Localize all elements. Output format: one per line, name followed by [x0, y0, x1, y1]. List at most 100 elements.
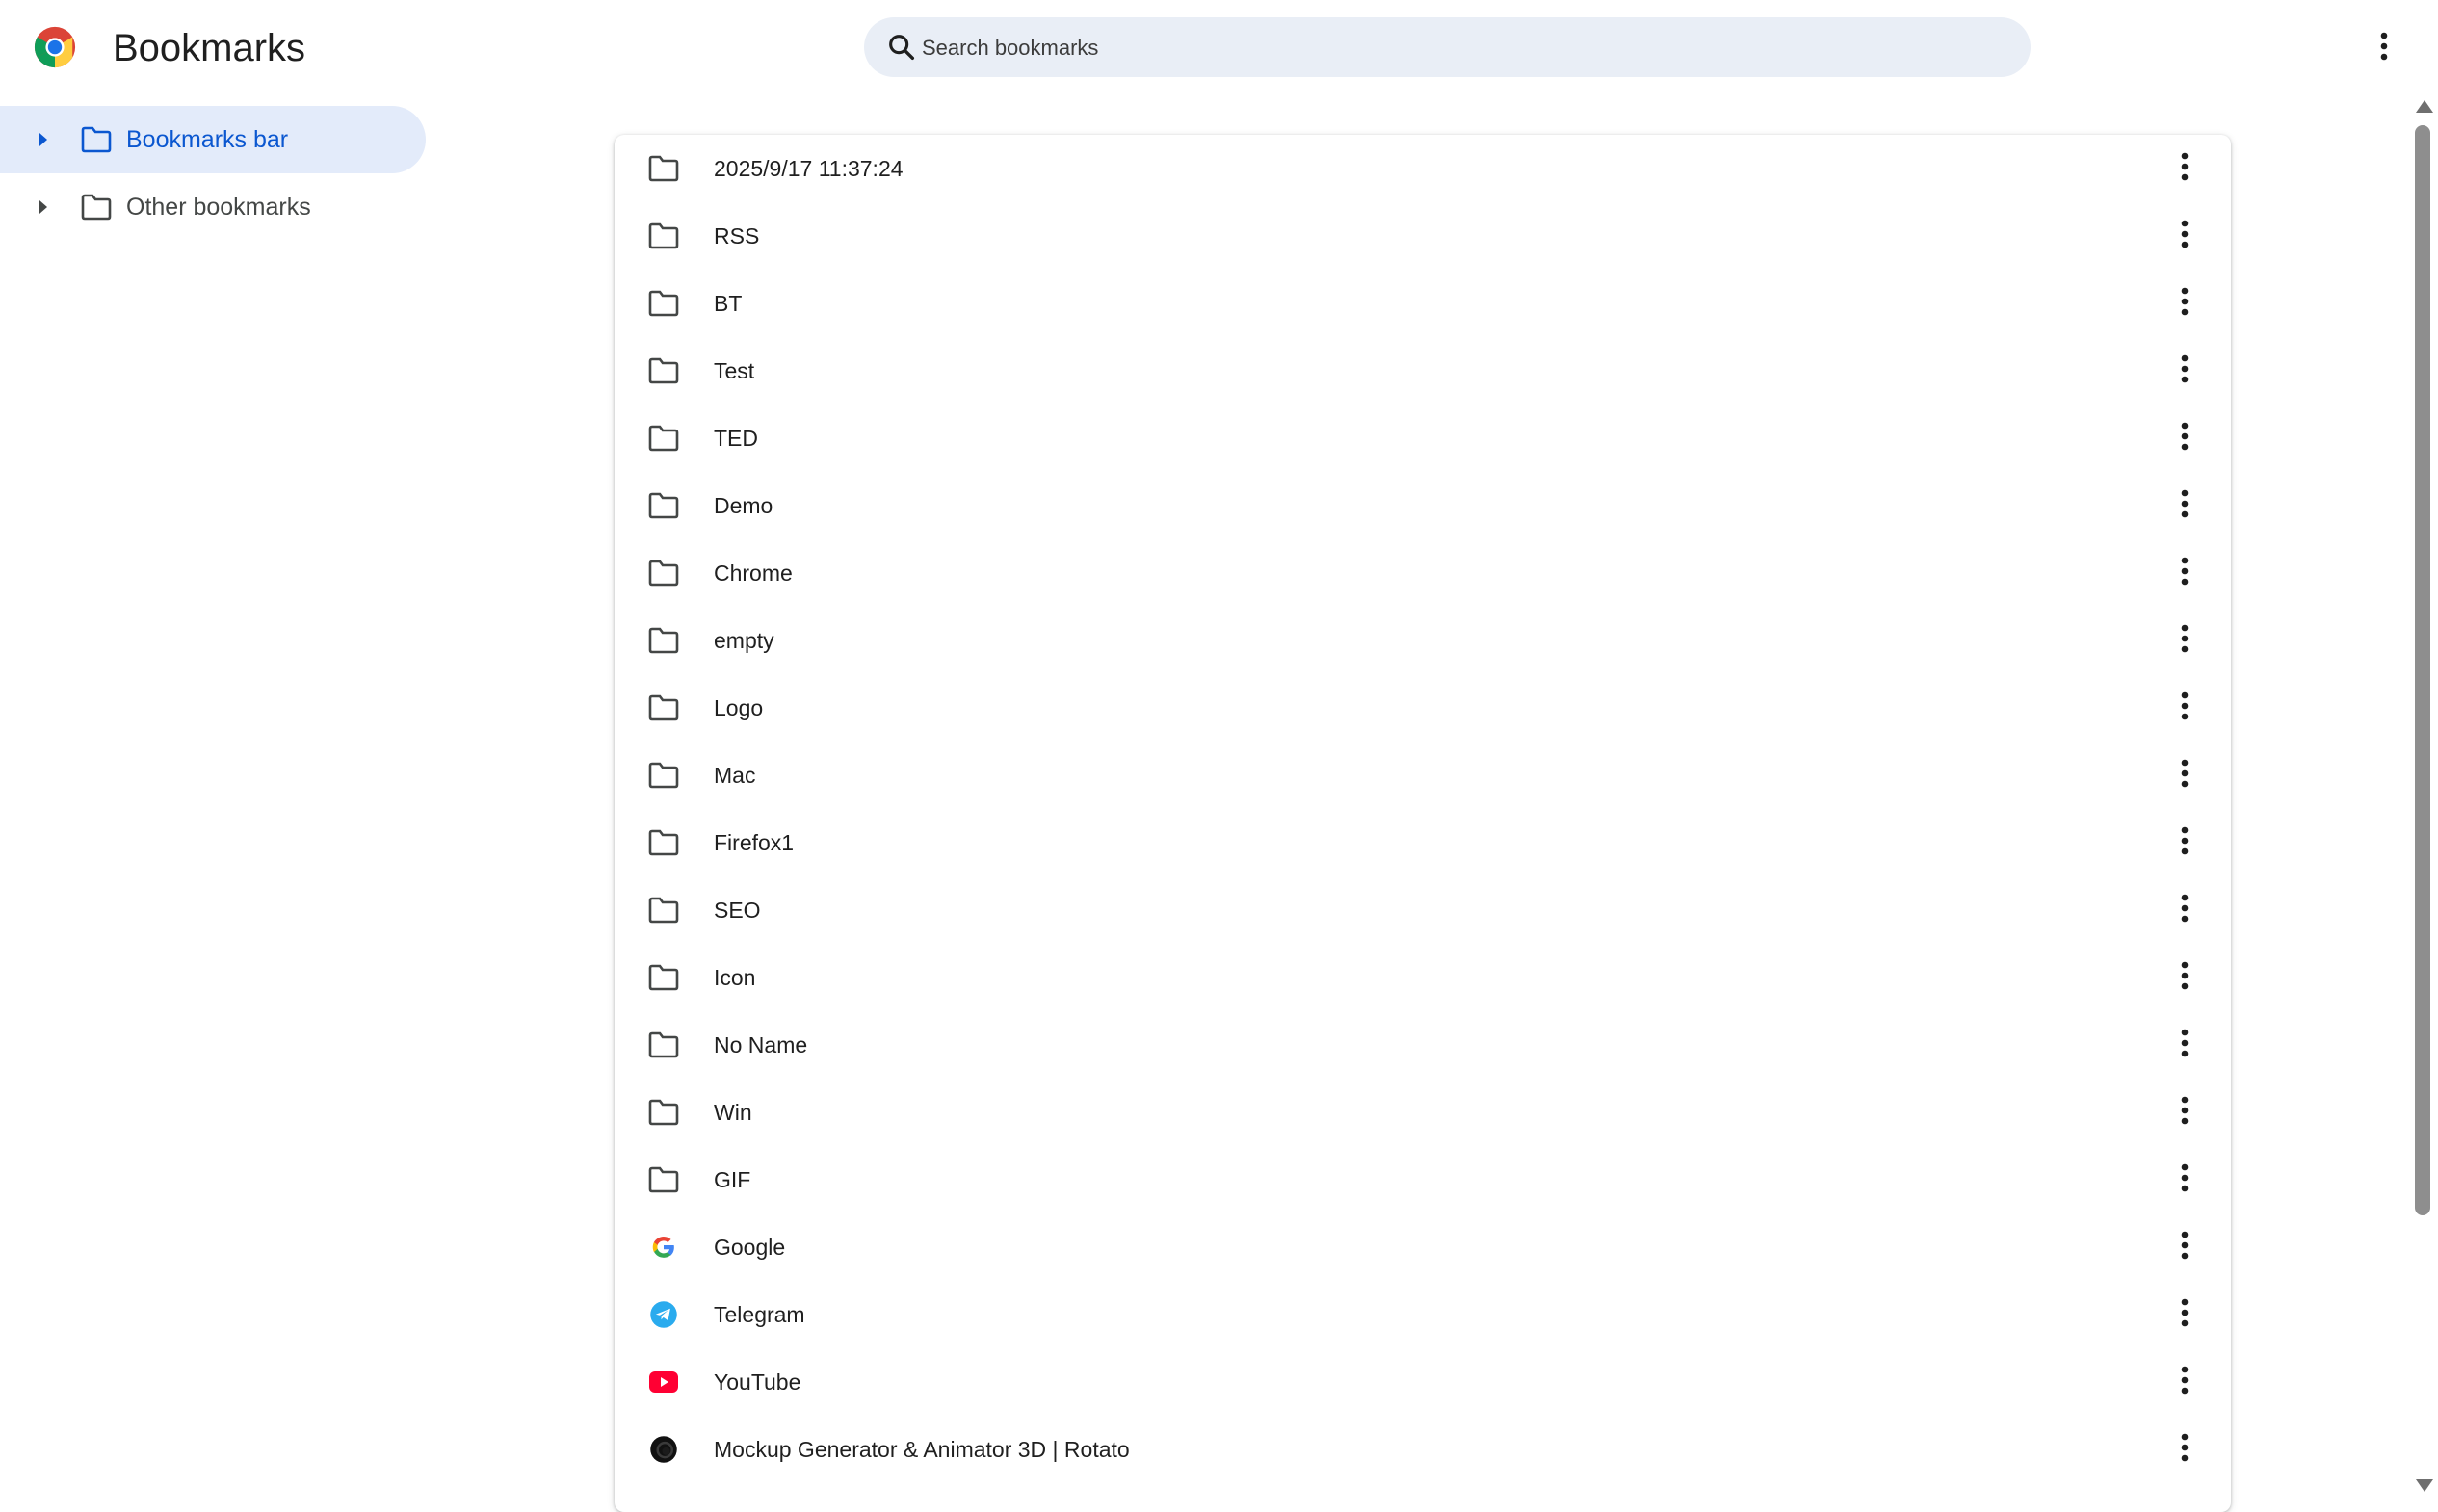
chrome-logo-icon: [33, 25, 77, 69]
sidebar-item-other-bookmarks[interactable]: Other bookmarks: [0, 173, 426, 241]
more-vert-icon: [2180, 691, 2189, 725]
more-vert-icon: [2180, 759, 2189, 793]
list-item[interactable]: No Name: [615, 1011, 2231, 1079]
more-vert-icon: [2180, 422, 2189, 456]
bookmark-title: TED: [714, 426, 758, 451]
list-item[interactable]: BT: [615, 270, 2231, 337]
list-item[interactable]: empty: [615, 607, 2231, 674]
search-bar[interactable]: [864, 17, 2031, 79]
bookmark-list: 2025/9/17 11:37:24 RSS BT Test TED Demo Chrome…: [615, 135, 2231, 1483]
more-vert-icon: [2180, 1096, 2189, 1130]
list-item[interactable]: Google: [615, 1213, 2231, 1281]
list-item[interactable]: Logo: [615, 674, 2231, 742]
list-item[interactable]: Demo: [615, 472, 2231, 539]
folder-icon: [648, 289, 679, 318]
folder-icon: [81, 194, 112, 221]
search-icon: [885, 31, 918, 64]
top-toolbar: Bookmarks: [0, 0, 2438, 96]
bookmark-title: RSS: [714, 223, 760, 248]
list-item[interactable]: Chrome: [615, 539, 2231, 607]
more-actions-button[interactable]: [2165, 890, 2204, 930]
bookmark-title: BT: [714, 291, 743, 316]
folder-icon: [648, 356, 679, 385]
more-vert-icon: [2180, 152, 2189, 186]
list-item[interactable]: RSS: [615, 202, 2231, 270]
more-vert-icon: [2180, 826, 2189, 860]
more-actions-button[interactable]: [2165, 957, 2204, 998]
list-item[interactable]: Win: [615, 1079, 2231, 1146]
bookmark-title: Logo: [714, 695, 764, 720]
youtube-favicon-icon: [648, 1368, 679, 1396]
bookmark-title: Mac: [714, 763, 756, 788]
more-vert-icon: [2180, 1433, 2189, 1467]
more-actions-button[interactable]: [2165, 1227, 2204, 1267]
bookmark-list-card: 2025/9/17 11:37:24 RSS BT Test TED Demo Chrome…: [615, 135, 2231, 1512]
more-actions-button[interactable]: [2165, 485, 2204, 526]
folder-icon: [648, 559, 679, 587]
list-item[interactable]: Icon: [615, 944, 2231, 1011]
more-actions-button[interactable]: [2165, 148, 2204, 189]
bookmark-title: empty: [714, 628, 774, 653]
expand-arrow-icon[interactable]: [37, 130, 52, 149]
folder-icon: [648, 1030, 679, 1059]
bookmark-title: Telegram: [714, 1302, 805, 1327]
scroll-up-arrow-icon[interactable]: [2416, 100, 2433, 113]
more-actions-button[interactable]: [2165, 1092, 2204, 1133]
folder-icon: [648, 761, 679, 790]
list-item[interactable]: Test: [615, 337, 2231, 404]
list-item[interactable]: Mac: [615, 742, 2231, 809]
more-vert-icon: [2180, 557, 2189, 590]
more-actions-button[interactable]: [2165, 822, 2204, 863]
more-vert-icon: [2180, 1366, 2189, 1399]
more-actions-button[interactable]: [2165, 1294, 2204, 1335]
folder-icon: [648, 626, 679, 655]
list-item[interactable]: GIF: [615, 1146, 2231, 1213]
search-input[interactable]: [920, 17, 2003, 79]
folder-icon: [81, 126, 112, 153]
bookmark-title: Mockup Generator & Animator 3D | Rotato: [714, 1437, 1130, 1462]
folder-icon: [648, 828, 679, 857]
more-actions-button[interactable]: [2165, 620, 2204, 661]
more-options-button[interactable]: [2366, 23, 2402, 73]
expand-arrow-icon[interactable]: [37, 197, 52, 217]
more-actions-button[interactable]: [2165, 1025, 2204, 1065]
more-vert-icon: [2180, 287, 2189, 321]
more-vert-icon: [2379, 32, 2389, 65]
telegram-favicon-icon: [648, 1300, 679, 1329]
list-item[interactable]: 2025/9/17 11:37:24: [615, 135, 2231, 202]
sidebar-item-bookmarks-bar[interactable]: Bookmarks bar: [0, 106, 426, 173]
scroll-down-arrow-icon[interactable]: [2416, 1479, 2433, 1492]
vertical-scrollbar[interactable]: [2408, 96, 2438, 1499]
more-actions-button[interactable]: [2165, 216, 2204, 256]
more-actions-button[interactable]: [2165, 1429, 2204, 1470]
bookmark-title: Firefox1: [714, 830, 795, 855]
folder-icon: [648, 154, 679, 183]
more-actions-button[interactable]: [2165, 351, 2204, 391]
list-item[interactable]: SEO: [615, 876, 2231, 944]
more-actions-button[interactable]: [2165, 283, 2204, 324]
list-item[interactable]: Mockup Generator & Animator 3D | Rotato: [615, 1416, 2231, 1483]
more-vert-icon: [2180, 1029, 2189, 1062]
page-title: Bookmarks: [113, 27, 306, 69]
list-item[interactable]: Firefox1: [615, 809, 2231, 876]
more-actions-button[interactable]: [2165, 1160, 2204, 1200]
bookmark-title: Demo: [714, 493, 773, 518]
more-actions-button[interactable]: [2165, 418, 2204, 458]
list-item[interactable]: YouTube: [615, 1348, 2231, 1416]
folder-icon: [648, 222, 679, 250]
more-vert-icon: [2180, 220, 2189, 253]
bookmark-title: YouTube: [714, 1369, 801, 1395]
sidebar-item-label: Bookmarks bar: [126, 126, 289, 153]
more-actions-button[interactable]: [2165, 755, 2204, 795]
list-item[interactable]: TED: [615, 404, 2231, 472]
scrollbar-thumb[interactable]: [2415, 125, 2430, 1215]
more-actions-button[interactable]: [2165, 553, 2204, 593]
more-actions-button[interactable]: [2165, 1362, 2204, 1402]
more-vert-icon: [2180, 961, 2189, 995]
more-vert-icon: [2180, 1298, 2189, 1332]
folder-icon: [648, 963, 679, 992]
more-vert-icon: [2180, 624, 2189, 658]
list-item[interactable]: Telegram: [615, 1281, 2231, 1348]
folder-icon: [648, 1098, 679, 1127]
more-actions-button[interactable]: [2165, 688, 2204, 728]
